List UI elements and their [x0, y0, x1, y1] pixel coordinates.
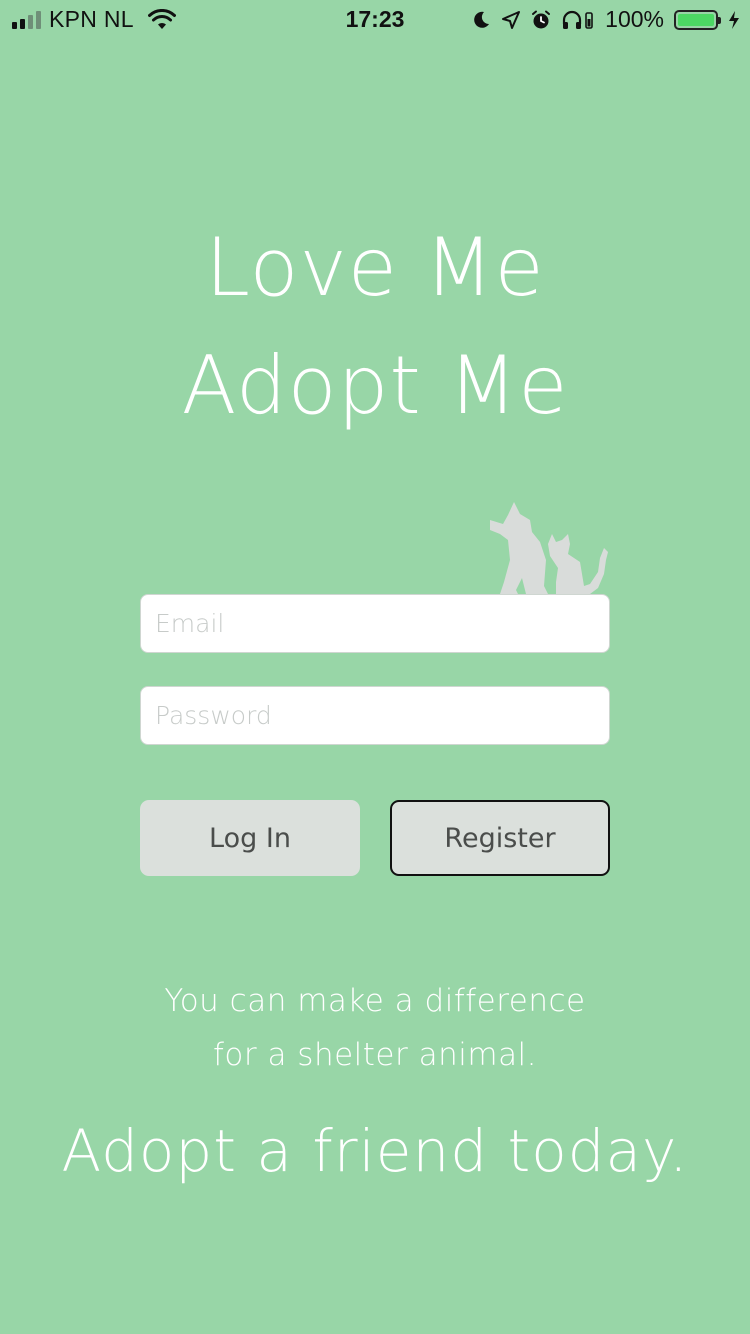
- headline-line-1: Love Me: [205, 221, 545, 314]
- password-field[interactable]: [140, 686, 610, 745]
- alarm-icon: [532, 10, 551, 28]
- location-icon: [502, 10, 521, 29]
- login-button-label: Log In: [209, 822, 291, 854]
- headline-line-2: Adopt Me: [181, 339, 569, 432]
- call-to-action: Adopt a friend today.: [61, 1117, 689, 1185]
- battery-icon: [674, 9, 721, 30]
- status-bar-right: 100%: [471, 6, 740, 33]
- headphones-icon: [563, 10, 593, 29]
- tagline-line-2: for a shelter animal.: [212, 1037, 538, 1073]
- register-button-label: Register: [444, 822, 556, 854]
- battery-level-fill: [678, 13, 714, 26]
- battery-percent: 100%: [605, 6, 664, 32]
- tagline-line-1: You can make a difference: [164, 983, 586, 1019]
- dog-and-cat-icon: [490, 502, 608, 594]
- email-field[interactable]: [140, 594, 610, 653]
- register-button[interactable]: Register: [390, 800, 610, 876]
- login-button[interactable]: Log In: [140, 800, 360, 876]
- moon-icon: [474, 11, 490, 28]
- status-bar: KPN NL 17:23 100%: [0, 0, 750, 40]
- charging-icon: [729, 10, 739, 29]
